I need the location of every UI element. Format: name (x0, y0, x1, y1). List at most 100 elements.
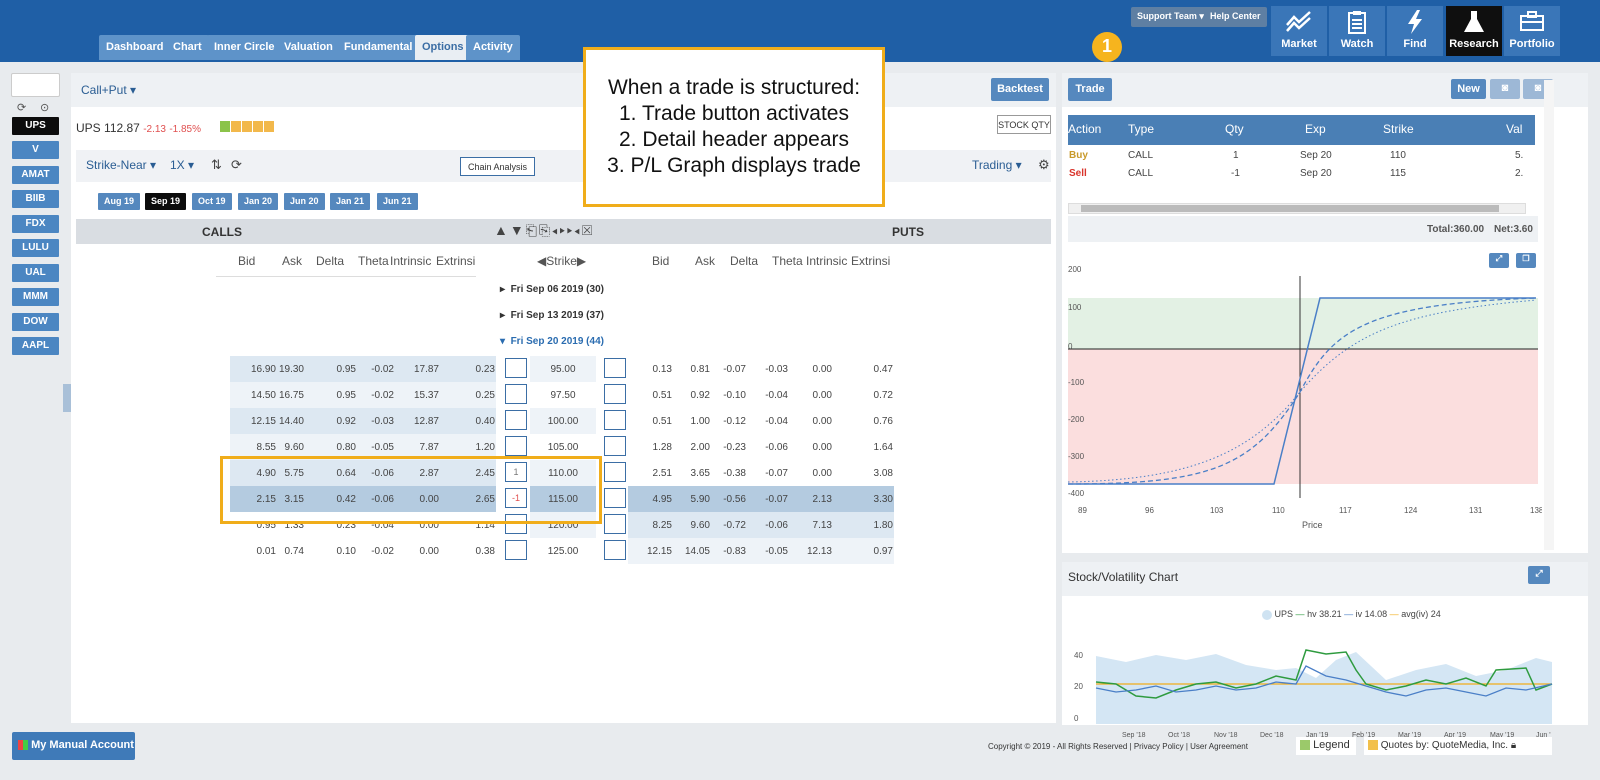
put-qty-box[interactable] (604, 540, 626, 560)
expiry-tab[interactable]: Jun 20 (284, 193, 325, 210)
call-cell[interactable]: 0.38 (440, 538, 495, 564)
call-cell[interactable]: 0.95 (312, 356, 356, 382)
call-cell[interactable]: 0.92 (312, 408, 356, 434)
support-team-dropdown[interactable]: Support Team ▾ (1131, 7, 1210, 27)
research-button[interactable]: Research (1446, 6, 1502, 56)
put-cell[interactable]: 14.05 (672, 538, 710, 564)
put-cell[interactable]: 0.97 (830, 538, 893, 564)
put-cell[interactable]: 0.00 (788, 460, 832, 486)
expiration-row[interactable]: ▸ Fri Sep 13 2019 (37) (500, 310, 604, 321)
put-cell[interactable]: 0.47 (830, 356, 893, 382)
expiry-tab[interactable]: Oct 19 (192, 193, 232, 210)
expiration-row[interactable]: ▾ Fri Sep 20 2019 (44) (500, 336, 604, 347)
expiry-tab[interactable]: Jun 21 (377, 193, 418, 210)
stock-qty-button[interactable]: STOCK QTY (997, 115, 1051, 134)
put-cell[interactable]: 8.25 (628, 512, 672, 538)
call-cell[interactable]: -0.02 (354, 356, 394, 382)
put-cell[interactable]: 0.81 (672, 356, 710, 382)
call-qty-box[interactable] (505, 358, 527, 378)
put-cell[interactable]: 7.13 (788, 512, 832, 538)
call-cell[interactable]: 0.74 (268, 538, 304, 564)
call-cell[interactable]: 14.40 (268, 408, 304, 434)
put-cell[interactable]: 1.80 (830, 512, 893, 538)
put-cell[interactable]: 4.95 (628, 486, 672, 512)
call-qty-box[interactable] (505, 436, 527, 456)
put-cell[interactable]: -0.04 (748, 382, 788, 408)
put-cell[interactable]: 1.00 (672, 408, 710, 434)
put-cell[interactable]: 0.13 (628, 356, 672, 382)
put-cell[interactable]: -0.07 (706, 356, 746, 382)
put-qty-box[interactable] (604, 436, 626, 456)
call-cell[interactable]: 12.87 (395, 408, 439, 434)
call-cell[interactable]: 0.00 (395, 538, 439, 564)
put-cell[interactable]: 0.00 (788, 434, 832, 460)
chain-tool-icons[interactable]: ▲▼⎗⎘◂▸▸◂☒ (494, 222, 594, 239)
put-cell[interactable]: -0.12 (706, 408, 746, 434)
put-cell[interactable]: -0.56 (706, 486, 746, 512)
new-button[interactable]: New (1451, 79, 1486, 99)
call-qty-box[interactable] (505, 540, 527, 560)
put-cell[interactable]: 12.13 (788, 538, 832, 564)
portfolio-button[interactable]: Portfolio (1504, 6, 1560, 56)
put-cell[interactable]: 3.30 (830, 486, 893, 512)
put-cell[interactable]: -0.72 (706, 512, 746, 538)
call-cell[interactable]: 0.25 (440, 382, 495, 408)
tab-options[interactable]: Options (415, 35, 471, 60)
put-cell[interactable]: -0.07 (748, 486, 788, 512)
put-cell[interactable]: 2.00 (672, 434, 710, 460)
call-cell[interactable]: -0.02 (354, 538, 394, 564)
put-cell[interactable]: -0.83 (706, 538, 746, 564)
watchlist-item[interactable]: AMAT (12, 166, 59, 184)
watchlist-item[interactable]: FDX (12, 215, 59, 233)
put-cell[interactable]: 3.08 (830, 460, 893, 486)
put-qty-box[interactable] (604, 410, 626, 430)
put-cell[interactable]: 9.60 (672, 512, 710, 538)
expiry-tab[interactable]: Jan 21 (330, 193, 371, 210)
call-cell[interactable]: 0.40 (440, 408, 495, 434)
put-cell[interactable]: 1.28 (628, 434, 672, 460)
tab-chart[interactable]: Chart (166, 35, 209, 60)
put-cell[interactable]: 5.90 (672, 486, 710, 512)
tab-activity[interactable]: Activity (466, 35, 520, 60)
watchlist-item[interactable]: DOW (12, 313, 59, 331)
help-center-link[interactable]: Help Center (1204, 7, 1267, 27)
call-cell[interactable]: 16.75 (268, 382, 304, 408)
chain-row[interactable]: 16.90 19.30 0.95 -0.02 17.87 0.23 95.00 0.13 0.8… (0, 356, 900, 382)
call-cell[interactable]: 15.37 (395, 382, 439, 408)
tab-valuation[interactable]: Valuation (277, 35, 340, 60)
put-cell[interactable]: -0.04 (748, 408, 788, 434)
put-cell[interactable]: 2.51 (628, 460, 672, 486)
chain-row[interactable]: 14.50 16.75 0.95 -0.02 15.37 0.25 97.50 0.51 0.9… (0, 382, 900, 408)
tab-inner-circle[interactable]: Inner Circle (207, 35, 282, 60)
call-cell[interactable]: -0.02 (354, 382, 394, 408)
account-button[interactable]: My Manual Account (12, 732, 135, 760)
symbol-search-input[interactable] (11, 73, 60, 97)
expand-icon[interactable]: ⤢ (1528, 566, 1550, 584)
call-cell[interactable]: 19.30 (268, 356, 304, 382)
chain-row[interactable]: 0.01 0.74 0.10 -0.02 0.00 0.38 125.00 12.15 14.0… (0, 538, 900, 564)
expiry-tab[interactable]: Aug 19 (98, 193, 141, 210)
put-cell[interactable]: -0.07 (748, 460, 788, 486)
chain-row[interactable]: 12.15 14.40 0.92 -0.03 12.87 0.40 100.00 0.51 1.… (0, 408, 900, 434)
gear-icon[interactable]: ⚙ (1038, 157, 1050, 173)
put-cell[interactable]: -0.10 (706, 382, 746, 408)
put-cell[interactable]: -0.23 (706, 434, 746, 460)
call-cell[interactable]: 0.95 (312, 382, 356, 408)
trade-button[interactable]: Trade (1068, 78, 1112, 101)
sort-icon[interactable]: ⇅ (211, 157, 222, 173)
camera-icon[interactable]: ◙ (1490, 79, 1520, 99)
put-cell[interactable]: -0.06 (748, 512, 788, 538)
put-cell[interactable]: 0.72 (830, 382, 893, 408)
call-qty-box[interactable] (505, 384, 527, 404)
put-cell[interactable]: -0.06 (748, 434, 788, 460)
strike-filter-select[interactable]: Strike-Near ▾ (86, 158, 156, 172)
backtest-button[interactable]: Backtest (991, 78, 1049, 101)
watchlist-item[interactable]: LULU (12, 239, 59, 257)
put-cell[interactable]: 0.51 (628, 382, 672, 408)
tab-fundamental[interactable]: Fundamental (337, 35, 420, 60)
put-cell[interactable]: 0.00 (788, 382, 832, 408)
chain-analysis-button[interactable]: Chain Analysis (460, 157, 535, 176)
expiration-row[interactable]: ▸ Fri Sep 06 2019 (30) (500, 284, 604, 295)
vertical-scrollbar[interactable] (1544, 80, 1554, 550)
horizontal-scrollbar[interactable] (1068, 203, 1526, 214)
